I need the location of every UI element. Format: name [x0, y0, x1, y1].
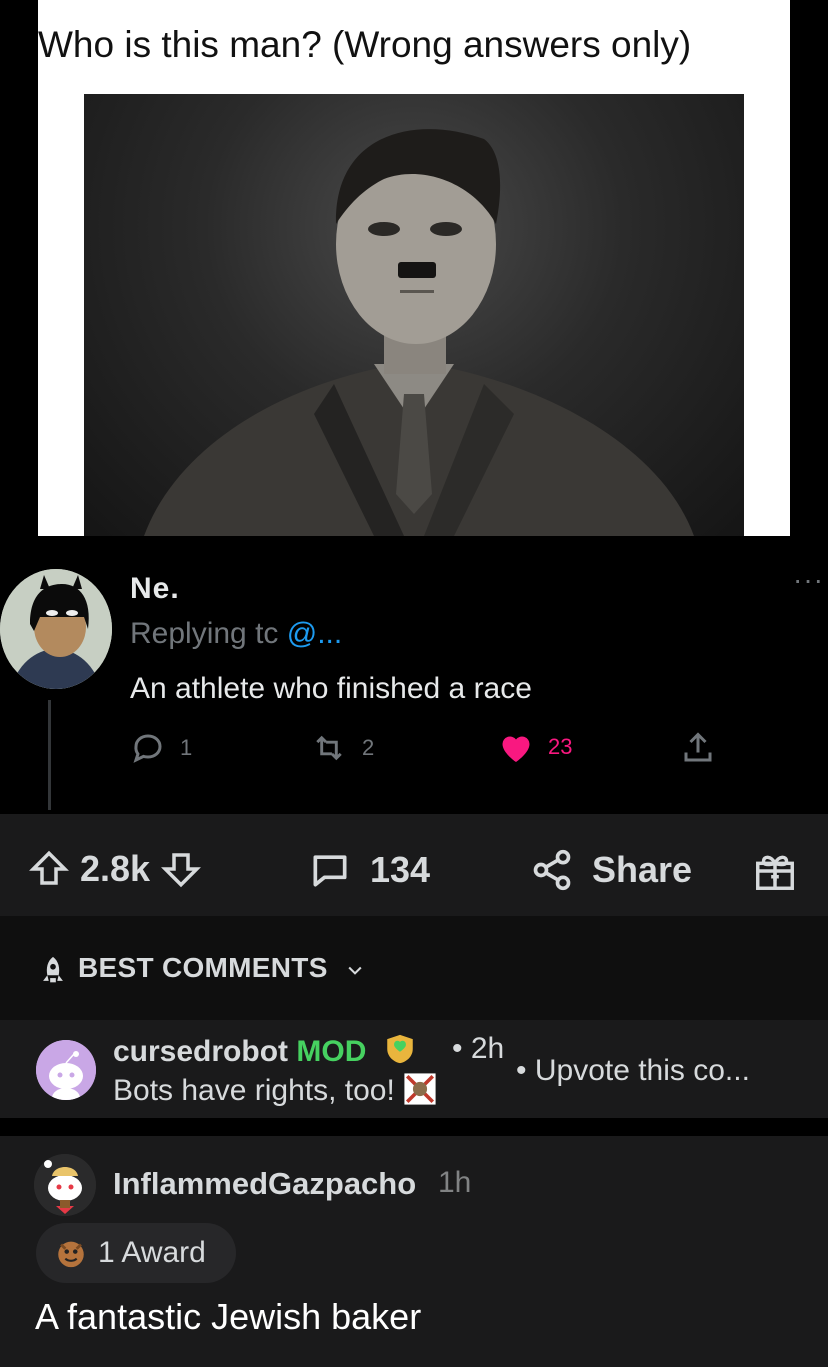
- comment-time: 1h: [438, 1166, 472, 1199]
- replying-to: Replying tc @...: [130, 617, 342, 651]
- reply-button[interactable]: 1: [130, 730, 192, 766]
- award-emote-icon: [58, 1241, 84, 1268]
- more-options-icon[interactable]: ···: [793, 564, 824, 596]
- share-tweet-button[interactable]: [680, 730, 716, 766]
- mod-tag: MOD: [296, 1035, 367, 1068]
- tweet-actions: 1 2 23: [130, 730, 730, 770]
- mod-username-row: cursedrobot MOD: [113, 1032, 417, 1069]
- share-upload-icon: [684, 732, 712, 762]
- comments-button[interactable]: 134: [308, 848, 430, 892]
- like-count: 23: [548, 734, 573, 759]
- vote-group: 2.8k: [28, 848, 202, 890]
- mod-comment[interactable]: cursedrobot MOD • 2h Bots have rights, t…: [0, 1020, 828, 1118]
- robot-emote-icon: [404, 1073, 436, 1105]
- meme-image-card[interactable]: Who is this man? (Wrong answers only): [38, 0, 790, 536]
- retweet-button[interactable]: 2: [310, 730, 374, 766]
- replying-handle-link[interactable]: @...: [287, 617, 342, 650]
- meme-title: Who is this man? (Wrong answers only): [38, 24, 692, 65]
- mod-comment-text: Bots have rights, too!: [113, 1072, 437, 1108]
- snoo-avatar[interactable]: [36, 1040, 96, 1100]
- replying-prefix: Replying tc: [130, 617, 279, 650]
- gift-icon: [756, 855, 794, 890]
- heart-icon: [502, 736, 530, 762]
- thread-line: [48, 700, 51, 810]
- portrait-photo: [84, 94, 744, 536]
- user-avatar[interactable]: [34, 1154, 96, 1216]
- downvote-arrow-icon[interactable]: [160, 848, 202, 890]
- tweet-text: An athlete who finished a race: [130, 672, 532, 705]
- comment-text: A fantastic Jewish baker: [35, 1296, 422, 1337]
- mod-username[interactable]: cursedrobot: [113, 1035, 288, 1068]
- reply-count: 1: [180, 735, 193, 760]
- tweet-author-avatar[interactable]: [0, 569, 112, 689]
- user-comment[interactable]: InflammedGazpacho 1h 1 Award A fantastic…: [0, 1136, 828, 1367]
- retweet-count: 2: [362, 735, 375, 760]
- tweet-reply[interactable]: Ne. ··· Replying tc @... An athlete who …: [0, 542, 828, 812]
- comment-sort-bar[interactable]: BEST COMMENTS: [0, 916, 828, 1020]
- reply-icon: [133, 734, 162, 763]
- sort-label: BEST COMMENTS: [78, 952, 328, 983]
- comment-username[interactable]: InflammedGazpacho: [113, 1166, 416, 1202]
- post-score: 2.8k: [80, 848, 151, 889]
- mod-comment-time: • 2h: [452, 1032, 505, 1065]
- tweet-author-name[interactable]: Ne.: [130, 572, 180, 606]
- chevron-down-icon: [348, 966, 362, 975]
- upvote-reminder-link[interactable]: • Upvote this co...: [516, 1054, 750, 1088]
- retweet-icon: [316, 735, 342, 761]
- comment-count: 134: [370, 849, 431, 890]
- upvote-arrow-icon[interactable]: [28, 848, 70, 890]
- award-badge[interactable]: 1 Award: [36, 1223, 236, 1283]
- share-button[interactable]: Share: [530, 848, 692, 892]
- shield-badge-icon: [386, 1034, 413, 1064]
- award-button[interactable]: [752, 848, 798, 894]
- like-button[interactable]: 23: [498, 730, 572, 764]
- share-label: Share: [592, 849, 693, 890]
- share-icon: [533, 849, 571, 891]
- rocket-icon: [43, 956, 63, 983]
- mod-comment-body: Bots have rights, too!: [113, 1074, 395, 1107]
- post-action-bar: 2.8k 134 Share: [0, 814, 828, 916]
- comment-bubble-icon: [313, 855, 347, 887]
- award-label: 1 Award: [98, 1236, 206, 1269]
- portrait-illustration: [144, 129, 694, 536]
